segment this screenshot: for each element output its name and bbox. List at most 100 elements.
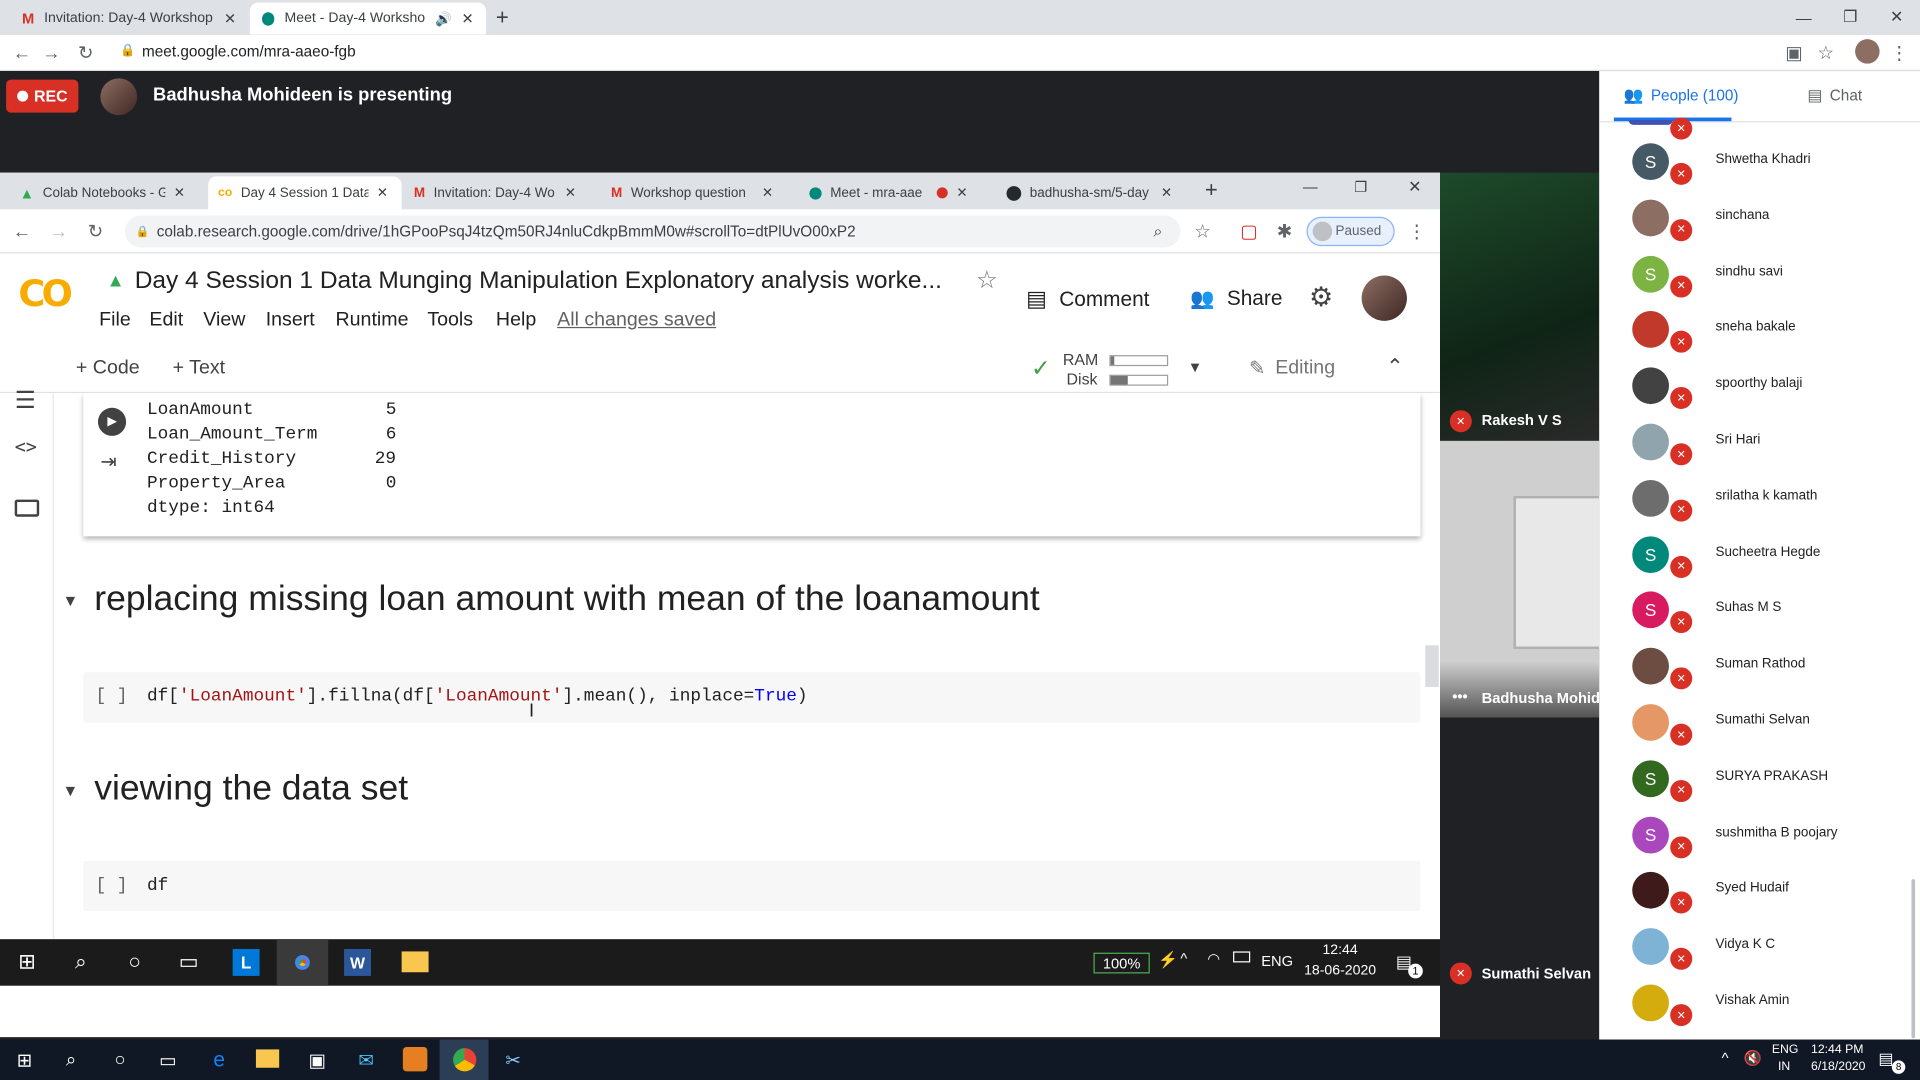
colab-logo[interactable]: CO <box>18 273 72 316</box>
participant-row[interactable]: S ✕ sushmitha B poojary <box>1599 806 1920 862</box>
new-tab-button[interactable]: + <box>496 5 509 31</box>
share-button[interactable]: 👥 Share <box>1190 287 1282 311</box>
tab-chat[interactable]: ▤ Chat <box>1807 86 1862 106</box>
snipping-tool-icon[interactable]: ✂ <box>489 1040 538 1080</box>
app-l-icon[interactable]: L <box>232 948 260 976</box>
paused-button[interactable]: Paused <box>1306 216 1395 247</box>
code-snippets-icon[interactable]: <> <box>15 436 37 458</box>
chrome-taskbar-button[interactable] <box>276 939 329 986</box>
task-view-icon[interactable]: ▭ <box>162 939 216 986</box>
battery-icon[interactable] <box>1233 951 1251 963</box>
ram-meter[interactable] <box>1109 355 1169 367</box>
inner-tab-invitation[interactable]: M Invitation: Day-4 Wo ✕ <box>404 176 600 209</box>
task-view-icon[interactable]: ▭ <box>143 1040 192 1080</box>
participant-row[interactable]: ✕ Syed Hudaif <box>1599 863 1920 919</box>
inner-tab-workshop-question[interactable]: M Workshop question ✕ <box>601 176 797 209</box>
code-cell[interactable] <box>83 860 1421 912</box>
notebook-title[interactable]: Day 4 Session 1 Data Munging Manipulatio… <box>135 267 942 295</box>
outer-tab-gmail[interactable]: M Invitation: Day-4 Workshop on "A ✕ <box>10 2 249 34</box>
close-window-button[interactable]: ✕ <box>1873 0 1920 34</box>
menu-dots-icon[interactable]: ⋮ <box>1402 213 1431 250</box>
maximize-button[interactable]: ❐ <box>1354 179 1367 196</box>
forward-icon[interactable]: → <box>37 34 66 71</box>
language-indicator[interactable]: ENG <box>1772 1043 1799 1056</box>
chevron-up-icon[interactable]: ^ <box>1180 950 1187 967</box>
close-icon[interactable]: ✕ <box>956 185 967 201</box>
forward-icon[interactable]: → <box>44 213 73 250</box>
gear-icon[interactable]: ⚙ <box>1309 282 1333 314</box>
inner-tab-github[interactable]: badhusha-sm/5-day ✕ <box>997 176 1193 209</box>
cortana-icon[interactable]: ○ <box>96 1040 145 1080</box>
outer-tab-meet[interactable]: Meet - Day-4 Workshop on 🔊 ✕ <box>249 2 487 35</box>
participant-row[interactable]: ✕ sneha bakale <box>1599 302 1920 358</box>
clock-time[interactable]: 12:44 PM <box>1811 1043 1863 1056</box>
disk-meter[interactable] <box>1109 374 1169 386</box>
participant-row[interactable]: ✕ Vishak Amin <box>1599 975 1920 1031</box>
participant-row[interactable]: S ✕ Shwetha Khadri <box>1599 133 1920 189</box>
close-icon[interactable]: ✕ <box>762 185 773 201</box>
wifi-icon[interactable]: ◠ <box>1207 950 1220 967</box>
pocket-icon[interactable]: ▢ <box>1234 213 1263 250</box>
search-icon[interactable]: ⌕ <box>47 1040 96 1080</box>
video-tile-badhusha[interactable]: ••• Badhusha Mohideen <box>1440 440 1600 718</box>
saved-status[interactable]: All changes saved <box>557 310 716 332</box>
store-icon[interactable]: ▣ <box>293 1040 342 1080</box>
back-icon[interactable]: ← <box>7 213 36 250</box>
chevron-up-icon[interactable]: ⌃ <box>1386 355 1403 379</box>
star-icon[interactable]: ☆ <box>976 264 998 295</box>
app-orange-icon[interactable] <box>402 1046 428 1072</box>
collapse-section-icon[interactable]: ▼ <box>62 591 78 609</box>
inner-tab-colab-notebooks[interactable]: ▲ Colab Notebooks - G ✕ <box>10 176 206 209</box>
mail-icon[interactable]: ✉ <box>342 1040 391 1080</box>
close-icon[interactable]: ✕ <box>1161 185 1172 201</box>
editing-button[interactable]: ✎ Editing <box>1249 356 1335 380</box>
inner-tab-meet[interactable]: Meet - mra-aae ✕ <box>800 176 996 209</box>
maximize-button[interactable]: ❐ <box>1827 0 1874 34</box>
participant-row[interactable]: S ✕ SURYA PRAKASH <box>1599 750 1920 806</box>
code-line[interactable]: df['LoanAmount'].fillna(df['LoanAmount']… <box>147 684 808 709</box>
section-heading[interactable]: replacing missing loan amount with mean … <box>94 579 1040 619</box>
participant-row[interactable]: ✕ spoorthy balaji <box>1599 358 1920 414</box>
cell-run-bracket[interactable]: [ ] <box>96 684 128 709</box>
menu-insert[interactable]: Insert <box>266 310 315 332</box>
edge-icon[interactable]: e <box>195 1040 244 1080</box>
inner-url[interactable]: 🔒 colab.research.google.com/drive/1hGPoo… <box>124 215 1181 248</box>
outer-url[interactable]: meet.google.com/mra-aaeo-fgb <box>142 43 356 60</box>
file-explorer-icon[interactable] <box>255 1049 280 1068</box>
minimize-button[interactable]: — <box>1303 179 1318 196</box>
code-line[interactable]: df <box>147 874 168 899</box>
tab-people[interactable]: 👥 People (100) <box>1624 86 1739 106</box>
word-icon[interactable]: W <box>344 948 372 976</box>
menu-help[interactable]: Help <box>496 310 536 332</box>
toc-icon[interactable]: ☰ <box>15 387 36 415</box>
close-icon[interactable]: ✕ <box>565 185 576 201</box>
close-icon[interactable]: ✕ <box>377 185 388 201</box>
menu-file[interactable]: File <box>99 310 131 332</box>
inner-tab-day4-session[interactable]: co Day 4 Session 1 Data ✕ <box>208 176 402 210</box>
close-icon[interactable]: ✕ <box>224 10 236 27</box>
participant-row[interactable]: S ✕ sindhu savi <box>1599 246 1920 302</box>
zoom-icon[interactable]: ⌕ <box>1153 222 1162 242</box>
participant-row[interactable]: ✕ sinchana <box>1599 190 1920 246</box>
participant-row[interactable]: ✕ srilatha k kamath <box>1599 470 1920 526</box>
volume-mute-icon[interactable]: 🔇 <box>1744 1049 1762 1066</box>
menu-edit[interactable]: Edit <box>149 310 183 332</box>
clock-date[interactable]: 6/18/2020 <box>1811 1060 1865 1073</box>
star-icon[interactable]: ☆ <box>1811 34 1840 71</box>
close-icon[interactable]: ✕ <box>462 10 474 27</box>
folder-icon[interactable] <box>14 499 40 517</box>
participant-row[interactable]: S ✕ Sucheetra Hegde <box>1599 526 1920 582</box>
region-indicator[interactable]: IN <box>1778 1060 1790 1073</box>
more-options-icon[interactable]: ••• <box>1452 688 1467 705</box>
participant-row[interactable]: ✕ Sumathi Selvan <box>1599 694 1920 750</box>
add-text-button[interactable]: + Text <box>173 358 225 380</box>
participant-row[interactable]: ✕ Vidya K C <box>1599 919 1920 975</box>
close-icon[interactable]: ✕ <box>174 185 185 201</box>
clock-time[interactable]: 12:44 <box>1322 943 1357 958</box>
video-tile-rakesh[interactable]: ✕ Rakesh V S <box>1440 172 1600 441</box>
chevron-up-icon[interactable]: ^ <box>1722 1049 1729 1066</box>
chevron-down-icon[interactable]: ▼ <box>1188 359 1203 376</box>
participant-row[interactable]: ✕ Sri Hari <box>1599 414 1920 470</box>
add-code-button[interactable]: + Code <box>76 358 140 380</box>
windows-start-icon[interactable]: ⊞ <box>0 939 54 986</box>
